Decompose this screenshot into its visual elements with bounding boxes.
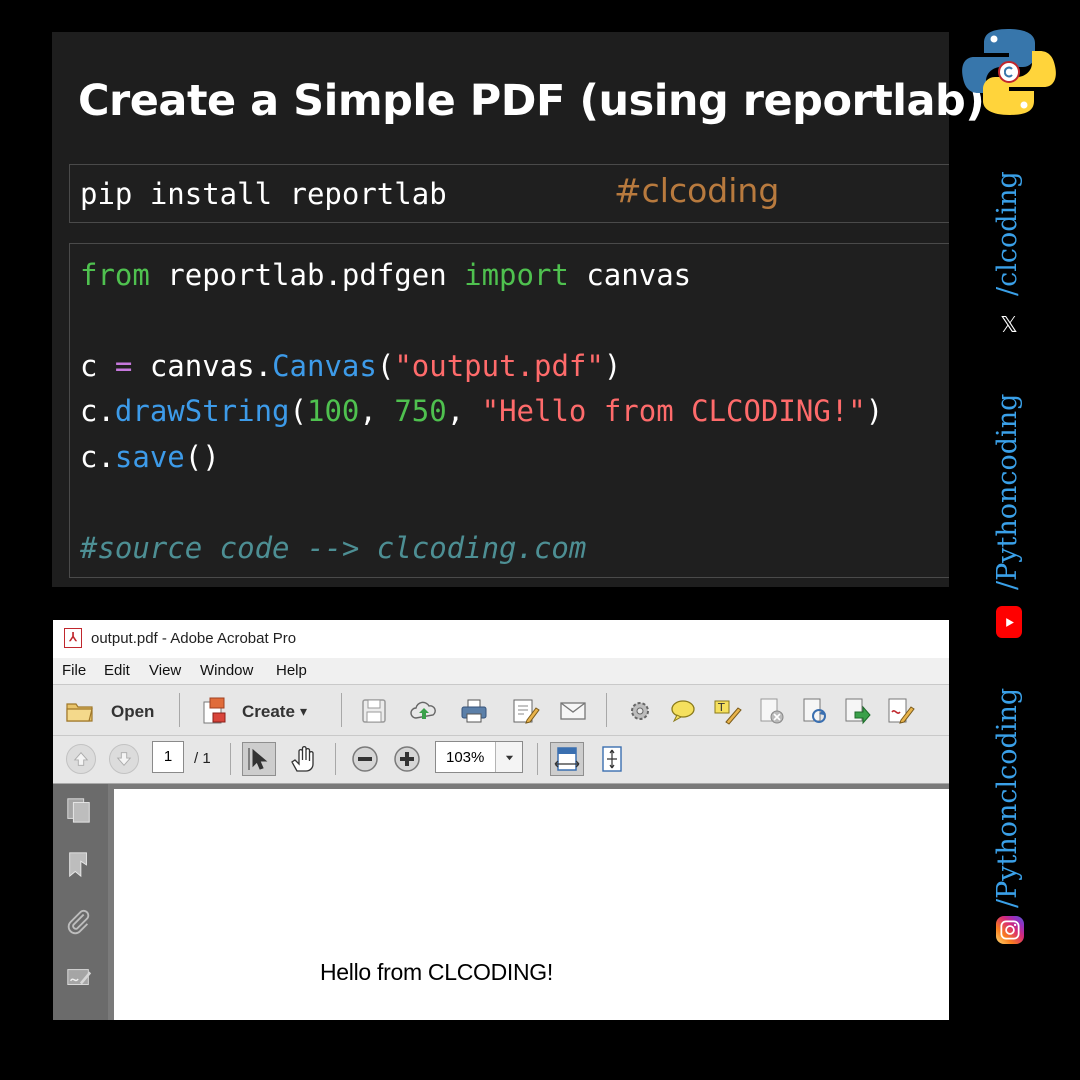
create-pdf-icon [203,697,226,724]
menu-help[interactable]: Help [276,662,307,679]
python-logo-icon [962,29,1056,115]
toolbar-divider [335,743,336,775]
save-button[interactable] [358,695,390,727]
menu-window[interactable]: Window [200,662,253,679]
fit-width-button[interactable] [550,742,584,776]
arrow-down-icon [116,752,132,766]
youtube-icon[interactable] [996,606,1022,638]
document-area: Hello from CLCODING! [108,784,949,1020]
hand-tool-button[interactable] [287,743,319,775]
install-command-box: pip install reportlab #clcoding [69,164,949,223]
page-thumbnails-icon[interactable] [64,794,94,826]
settings-button[interactable] [624,695,656,727]
chevron-down-icon[interactable] [495,742,522,772]
x-handle[interactable]: /clcoding [992,171,1023,296]
svg-text:T: T [717,701,725,714]
instagram-handle[interactable]: /Pythonclcoding [992,688,1023,908]
code-line-drawstring: c.drawString(100, 750, "Hello from CLCOD… [80,394,884,428]
navigation-pane [53,784,108,1020]
next-page-button[interactable] [109,744,139,774]
code-block: from reportlab.pdfgen import canvas c = … [69,243,949,578]
zoom-in-icon [394,746,420,772]
code-line-save: c.save() [80,440,220,474]
page-count: / 1 [194,750,211,767]
export-icon [845,698,871,725]
toolbar-divider [230,743,231,775]
code-comment: #source code --> clcoding.com [80,531,587,565]
pdf-page-text: Hello from CLCODING! [320,959,553,985]
chevron-down-icon[interactable]: ▾ [300,703,307,720]
card-title: Create a Simple PDF (using reportlab) [78,76,985,126]
toolbar-divider [341,693,342,727]
edit-document-button[interactable] [509,695,541,727]
select-tool-button[interactable] [242,742,276,776]
rotate-page-icon [803,698,826,723]
highlight-text-button[interactable]: T [711,695,743,727]
zoom-out-icon [352,746,378,772]
comment-icon [671,700,695,723]
install-command: pip install reportlab [80,177,447,211]
cursor-select-icon [248,748,268,770]
signatures-icon[interactable] [64,962,94,994]
fit-page-button[interactable] [596,743,628,775]
menu-file[interactable]: File [62,662,86,679]
highlight-text-icon: T [714,700,742,725]
pdf-page: Hello from CLCODING! [114,789,949,1020]
sign-button[interactable] [884,695,916,727]
x-logo-icon[interactable]: 𝕏 [996,312,1022,338]
code-card: Create a Simple PDF (using reportlab) pi… [52,32,985,587]
toolbar-divider [537,743,538,775]
zoom-in-button[interactable] [391,743,423,775]
previous-page-button[interactable] [66,744,96,774]
code-line-import: from reportlab.pdfgen import canvas [80,258,692,292]
create-button[interactable] [199,695,231,727]
rotate-pages-button[interactable] [798,695,830,727]
attachments-icon[interactable] [64,906,94,938]
hashtag: #clcoding [614,171,780,210]
instagram-icon[interactable] [996,916,1024,944]
export-button[interactable] [841,695,873,727]
pdf-file-icon: ⅄ [64,628,82,648]
window-title: output.pdf - Adobe Acrobat Pro [91,630,297,647]
save-icon [362,699,386,723]
email-button[interactable] [557,695,589,727]
toolbar-divider [179,693,180,727]
gear-icon [631,702,649,720]
arrow-up-icon [73,752,89,766]
page-number-input[interactable]: 1 [152,741,184,773]
menu-bar: File Edit View Window Help [53,658,949,684]
open-label[interactable]: Open [111,702,154,722]
zoom-out-button[interactable] [349,743,381,775]
zoom-value: 103% [446,749,485,766]
navigation-toolbar: 1 / 1 103% [53,736,949,784]
upload-button[interactable] [408,695,440,727]
hand-icon [291,746,314,772]
menu-edit[interactable]: Edit [104,662,130,679]
zoom-select[interactable]: 103% [435,741,523,773]
main-toolbar: Open Create ▾ T [53,684,949,736]
create-label[interactable]: Create [242,702,295,722]
folder-icon [66,703,93,722]
fit-page-icon [602,746,622,772]
comment-button[interactable] [667,695,699,727]
cloud-upload-icon [410,701,436,719]
title-bar: ⅄ output.pdf - Adobe Acrobat Pro [53,620,949,658]
youtube-handle[interactable]: /Pythoncoding [992,394,1023,590]
menu-view[interactable]: View [149,662,181,679]
printer-icon [461,699,487,723]
print-button[interactable] [458,695,490,727]
acrobat-window: ⅄ output.pdf - Adobe Acrobat Pro File Ed… [53,620,949,1020]
delete-page-icon [760,698,784,724]
toolbar-divider [606,693,607,727]
open-button[interactable] [64,695,96,727]
bookmarks-icon[interactable] [64,848,94,880]
sign-document-icon [888,698,915,724]
fit-width-icon [554,747,580,771]
code-line-canvas: c = canvas.Canvas("output.pdf") [80,349,622,383]
edit-document-icon [513,699,540,724]
delete-pages-button[interactable] [755,695,787,727]
envelope-icon [560,702,586,720]
